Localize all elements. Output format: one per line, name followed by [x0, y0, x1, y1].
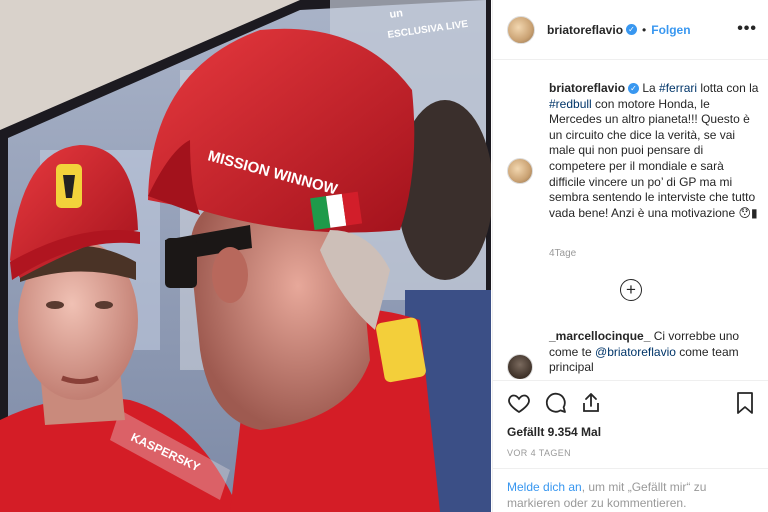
header-separator: • — [642, 22, 647, 37]
action-icons-row — [507, 391, 757, 419]
hashtag-redbull[interactable]: #redbull — [549, 97, 592, 111]
author-username[interactable]: briatoreflavio — [547, 23, 623, 37]
mention-link[interactable]: @briatoreflavio — [595, 345, 676, 359]
comment-text: _marcellocinque_ Ci vorrebbe uno come te… — [549, 329, 749, 376]
caption-verified-badge-icon: ✓ — [628, 83, 640, 95]
hashtag-ferrari[interactable]: #ferrari — [659, 81, 697, 95]
follow-button[interactable]: Folgen — [651, 23, 690, 37]
bookmark-icon[interactable] — [733, 391, 757, 415]
caption-text-part: lotta con la — [697, 81, 759, 95]
comments-list[interactable]: briatoreflavio ✓ La #ferrari lotta con la… — [493, 61, 768, 379]
load-more-comments-button[interactable]: + — [620, 279, 642, 301]
post-photo-illustration: un ESCLUSIVA LIVE KASPERSKY MISSION WINN… — [0, 0, 491, 512]
heart-icon[interactable] — [507, 391, 531, 415]
post-age[interactable]: VOR 4 TAGEN — [507, 448, 571, 458]
share-icon[interactable] — [579, 391, 603, 415]
caption-author-avatar[interactable] — [507, 158, 533, 184]
author-avatar[interactable] — [507, 15, 535, 44]
caption-text-part: La — [639, 81, 660, 95]
commenter-username[interactable]: _marcellocinque_ — [549, 329, 650, 343]
more-options-icon[interactable]: ••• — [737, 20, 757, 38]
post-side-panel: briatoreflavio ✓ • Folgen ••• briatorefl… — [492, 0, 768, 512]
overlay-text-top: un — [389, 7, 404, 21]
caption-age[interactable]: 4Tage — [549, 248, 576, 259]
verified-badge-icon: ✓ — [626, 24, 638, 35]
caption-text-part: con motore Honda, le Mercedes un altro p… — [549, 96, 758, 220]
commenter-avatar[interactable] — [507, 354, 533, 379]
post-actions: Gefällt 9.354 Mal VOR 4 TAGEN Melde dich… — [493, 380, 768, 512]
post-header: briatoreflavio ✓ • Folgen ••• — [493, 0, 768, 60]
comment-icon[interactable] — [543, 391, 567, 415]
login-prompt: Melde dich an, um mit „Gefällt mir“ zu m… — [493, 468, 768, 512]
caption-text: briatoreflavio ✓ La #ferrari lotta con la… — [549, 81, 763, 221]
caption-username[interactable]: briatoreflavio — [549, 81, 625, 95]
post-photo[interactable]: un ESCLUSIVA LIVE KASPERSKY MISSION WINN… — [0, 0, 491, 512]
login-link[interactable]: Melde dich an — [507, 480, 582, 494]
italian-flag-icon — [310, 191, 363, 231]
instagram-post-page: un ESCLUSIVA LIVE KASPERSKY MISSION WINN… — [0, 0, 768, 512]
likes-count[interactable]: Gefällt 9.354 Mal — [507, 425, 601, 439]
